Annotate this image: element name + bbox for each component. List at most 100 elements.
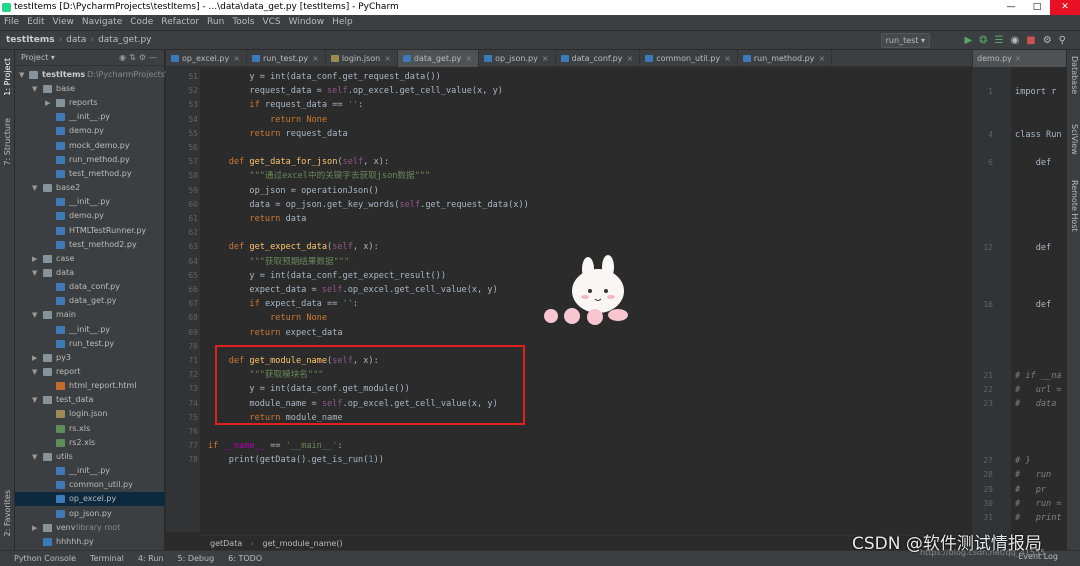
tree-item[interactable]: common_util.py [15,478,165,492]
close-tab-icon[interactable]: × [818,54,825,63]
menu-item-run[interactable]: Run [207,15,224,30]
tree-item[interactable]: rs2.xls [15,436,165,450]
run-icon[interactable]: ▶ [964,34,972,47]
tree-item[interactable]: test_method.py [15,167,165,181]
tree-item[interactable]: demo.py [15,209,165,223]
chevron-down-icon[interactable]: ▼ [32,181,37,195]
breadcrumb-file[interactable]: data_get.py [98,31,151,49]
chevron-down-icon[interactable]: ▼ [32,450,37,464]
project-view-selector[interactable]: Project ▾ [21,53,55,62]
menu-item-tools[interactable]: Tools [232,15,254,30]
tree-item[interactable]: __init__.py [15,464,165,478]
tree-item[interactable]: data_get.py [15,294,165,308]
tree-item[interactable]: ▼ data [15,266,165,280]
tree-root[interactable]: ▼ testItems D:\PycharmProjects\testItems [15,68,205,82]
debug-icon[interactable]: ❂ [979,34,987,47]
tool-window-todo[interactable]: 6: TODO [228,551,262,566]
tree-item[interactable]: __init__.py [15,195,165,209]
tree-item[interactable]: ▼ base2 [15,181,165,195]
close-tab-icon[interactable]: × [312,54,319,63]
menu-item-refactor[interactable]: Refactor [161,15,199,30]
close-tab-icon[interactable]: × [542,54,549,63]
editor-tab[interactable]: run_method.py × [738,50,833,67]
chevron-down-icon[interactable]: ▼ [32,308,37,322]
coverage-icon[interactable]: ☰ [995,34,1004,47]
tool-window-python-console[interactable]: Python Console [14,551,76,566]
menu-item-file[interactable]: File [4,15,19,30]
editor-tab[interactable]: login.json × [326,50,398,67]
chevron-right-icon[interactable]: ▶ [45,96,50,110]
close-tab-icon[interactable]: × [1014,54,1021,63]
split-editor-tab[interactable]: demo.py × [973,50,1066,67]
tree-item[interactable]: ▼ test_data [15,393,165,407]
editor-tab[interactable]: data_get.py × [397,50,480,67]
menu-item-view[interactable]: View [53,15,74,30]
search-everywhere-icon[interactable]: ⚲ [1059,34,1066,47]
breadcrumb-project[interactable]: testItems [6,31,55,49]
run-config-selector[interactable]: run_test ▾ [880,33,930,48]
tree-item[interactable]: ▶ py3 [15,351,165,365]
maximize-button[interactable]: □ [1024,0,1050,15]
chevron-right-icon[interactable]: ▶ [32,252,37,266]
editor-tab[interactable]: data_conf.py × [556,50,641,67]
tree-item[interactable]: HTMLTestRunner.py [15,224,165,238]
tree-item[interactable]: login.json [15,407,165,421]
close-tab-icon[interactable]: × [465,54,472,63]
tree-item[interactable]: ▼ base [15,82,165,96]
tree-item[interactable]: op_json.py [15,507,165,521]
tool-window-favorites[interactable]: 2: Favorites [3,490,12,536]
chevron-down-icon[interactable]: ▼ [32,393,37,407]
menu-item-edit[interactable]: Edit [27,15,44,30]
editor-tab[interactable]: op_json.py × [479,50,556,67]
stop-icon[interactable]: ■ [1026,34,1035,47]
tool-window-project[interactable]: 1: Project [3,58,12,96]
editor-tab[interactable]: op_excel.py × [166,50,247,67]
breadcrumb-folder[interactable]: data [66,31,86,49]
breadcrumb-method[interactable]: get_module_name() [263,539,343,548]
menu-item-window[interactable]: Window [289,15,325,30]
chevron-down-icon[interactable]: ▼ [32,365,37,379]
profile-icon[interactable]: ◉ [1011,34,1020,47]
chevron-down-icon[interactable]: ▼ [32,266,37,280]
tool-window-terminal[interactable]: Terminal [90,551,124,566]
tree-item[interactable]: hhhhh.py [15,535,165,549]
vcs-icon[interactable]: ⚙ [1043,34,1052,47]
tree-item[interactable]: ▼ utils [15,450,165,464]
close-tab-icon[interactable]: × [724,54,731,63]
tree-item[interactable]: test_method2.py [15,238,165,252]
chevron-down-icon[interactable]: ▼ [32,82,37,96]
tree-item[interactable]: ▶ reports [15,96,165,110]
close-tab-icon[interactable]: × [627,54,634,63]
tree-item[interactable]: ▶ venv library root [15,521,165,535]
tool-window-run[interactable]: 4: Run [138,551,164,566]
tree-item[interactable]: __init__.py [15,110,165,124]
close-tab-icon[interactable]: × [384,54,391,63]
close-tab-icon[interactable]: × [233,54,240,63]
chevron-right-icon[interactable]: ▶ [32,351,37,365]
chevron-right-icon[interactable]: ▶ [32,521,37,535]
tree-item[interactable]: ▼ main [15,308,165,322]
tool-window-debug[interactable]: 5: Debug [178,551,215,566]
tree-item[interactable]: op_excel.py [15,492,165,507]
minimize-button[interactable]: — [998,0,1024,15]
tree-item[interactable]: data_conf.py [15,280,165,294]
tool-window-database[interactable]: Database [1070,56,1079,94]
menu-item-code[interactable]: Code [130,15,153,30]
tool-window-structure[interactable]: 7: Structure [3,118,12,166]
tree-item[interactable]: demo.py [15,124,165,138]
menu-item-vcs[interactable]: VCS [262,15,280,30]
tree-item[interactable]: ▶ case [15,252,165,266]
tree-item[interactable]: run_test.py [15,337,165,351]
tree-item[interactable]: __init__.py [15,323,165,337]
project-panel-controls[interactable]: ◉⇅⚙— [119,50,160,66]
menu-item-help[interactable]: Help [332,15,353,30]
tree-item[interactable]: ▼ report [15,365,165,379]
editor-tab[interactable]: run_test.py × [247,50,326,67]
close-button[interactable]: ✕ [1050,0,1080,15]
breadcrumb-class[interactable]: getData [210,539,242,548]
tree-item[interactable]: rs.xls [15,422,165,436]
editor-tab[interactable]: common_util.py × [640,50,738,67]
tree-item[interactable]: run_method.py [15,153,165,167]
tree-item[interactable]: mock_demo.py [15,139,165,153]
tool-window-remote-host[interactable]: Remote Host [1070,180,1079,232]
